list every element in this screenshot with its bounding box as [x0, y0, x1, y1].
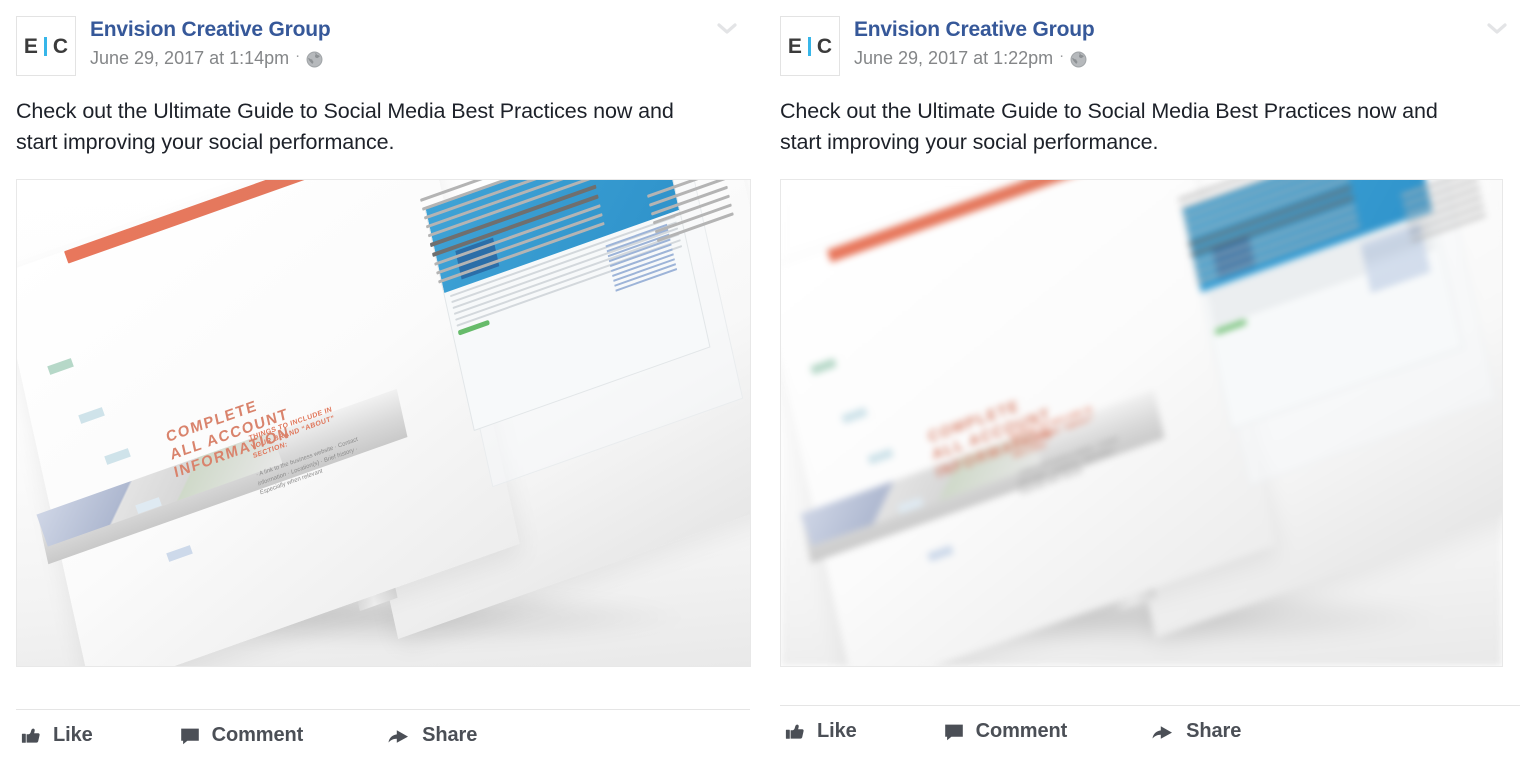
- share-label: Share: [422, 724, 478, 746]
- post-photo[interactable]: THINGS TO INCLUDE IN YOUR BRAND “ABOUT” …: [16, 179, 751, 667]
- share-button[interactable]: Share: [1151, 720, 1241, 743]
- speech-bubble-icon: [943, 721, 965, 743]
- thumbs-up-icon: [20, 725, 42, 747]
- facebook-post-left: E C Envision Creative Group June 29, 201…: [0, 0, 764, 769]
- share-arrow-icon: [387, 725, 411, 747]
- book-photo-sharp: THINGS TO INCLUDE IN YOUR BRAND “ABOUT” …: [17, 180, 750, 666]
- chevron-down-icon: [1487, 23, 1507, 35]
- comment-label: Comment: [211, 724, 304, 746]
- post-meta: June 29, 2017 at 1:14pm ·: [90, 47, 330, 69]
- avatar[interactable]: E C: [780, 16, 840, 76]
- book-photo-blurred: THINGS TO INCLUDE IN YOUR BRAND “ABOUT” …: [781, 180, 1502, 666]
- post-meta: June 29, 2017 at 1:22pm ·: [854, 47, 1094, 69]
- like-button[interactable]: Like: [20, 724, 93, 747]
- post-actions: Like Comment Share: [16, 710, 750, 747]
- post-message: Check out the Ultimate Guide to Social M…: [16, 99, 674, 154]
- comment-button[interactable]: Comment: [943, 720, 1068, 743]
- logo-letter-e: E: [23, 34, 38, 58]
- facebook-post-right: E C Envision Creative Group June 29, 201…: [764, 0, 1528, 769]
- logo-divider-bar: [43, 36, 47, 56]
- share-arrow-icon: [1151, 721, 1175, 743]
- post-photo[interactable]: THINGS TO INCLUDE IN YOUR BRAND “ABOUT” …: [780, 179, 1503, 667]
- logo-divider-bar: [807, 36, 811, 56]
- share-label: Share: [1186, 720, 1242, 742]
- logo-letter-c: C: [816, 34, 833, 58]
- thumbs-up-icon: [784, 721, 806, 743]
- comment-button[interactable]: Comment: [179, 724, 304, 747]
- post-header: E C Envision Creative Group June 29, 201…: [780, 0, 1520, 76]
- speech-bubble-icon: [179, 725, 201, 747]
- post-comparison-stage: E C Envision Creative Group June 29, 201…: [0, 0, 1528, 769]
- logo-letter-e: E: [787, 34, 802, 58]
- chevron-down-icon: [717, 23, 737, 35]
- globe-icon: [1070, 51, 1087, 68]
- post-header: E C Envision Creative Group June 29, 201…: [16, 0, 750, 76]
- globe-icon: [306, 51, 323, 68]
- post-menu-button[interactable]: [714, 18, 740, 40]
- like-label: Like: [53, 724, 93, 746]
- post-timestamp[interactable]: June 29, 2017 at 1:14pm: [90, 47, 289, 69]
- post-menu-button[interactable]: [1484, 18, 1510, 40]
- share-button[interactable]: Share: [387, 724, 477, 747]
- post-actions: Like Comment Share: [780, 706, 1520, 743]
- page-name-link[interactable]: Envision Creative Group: [854, 17, 1095, 42]
- post-message: Check out the Ultimate Guide to Social M…: [780, 99, 1438, 154]
- comment-label: Comment: [975, 720, 1068, 742]
- page-name-link[interactable]: Envision Creative Group: [90, 17, 331, 42]
- like-button[interactable]: Like: [784, 720, 857, 743]
- post-timestamp[interactable]: June 29, 2017 at 1:22pm: [854, 47, 1053, 69]
- meta-separator: ·: [1059, 47, 1065, 64]
- post-header-text: Envision Creative Group June 29, 2017 at…: [90, 16, 331, 69]
- logo-letter-c: C: [52, 34, 69, 58]
- meta-separator: ·: [295, 47, 301, 64]
- like-label: Like: [817, 720, 857, 742]
- post-header-text: Envision Creative Group June 29, 2017 at…: [854, 16, 1095, 69]
- avatar[interactable]: E C: [16, 16, 76, 76]
